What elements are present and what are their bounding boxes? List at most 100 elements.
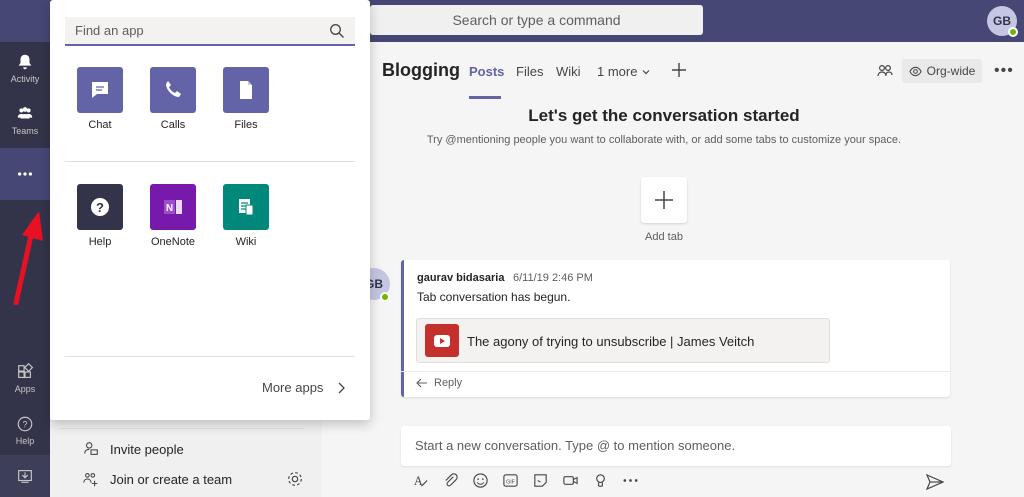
compose-placeholder: Start a new conversation. Type @ to ment… — [415, 438, 736, 453]
invite-people-label: Invite people — [110, 441, 184, 457]
app-tile — [150, 67, 196, 113]
conversation-subtext: Try @mentioning people you want to colla… — [426, 134, 902, 146]
add-tab-button[interactable] — [641, 177, 687, 223]
emoji-icon[interactable] — [472, 472, 489, 489]
download-icon — [18, 470, 32, 483]
invite-people-icon — [84, 442, 98, 455]
plus-icon — [655, 191, 673, 209]
rail-item-teams[interactable]: Teams — [0, 94, 50, 146]
join-team-label: Join or create a team — [110, 471, 233, 487]
praise-icon[interactable] — [592, 472, 609, 489]
app-label: Chat — [88, 119, 112, 131]
invite-people-button[interactable]: Invite people — [82, 436, 184, 462]
add-tab-plus-icon[interactable] — [670, 61, 688, 79]
tab-files[interactable]: Files — [516, 64, 543, 79]
more-options-icon[interactable] — [622, 472, 639, 489]
chevron-right-icon — [338, 382, 346, 393]
reply-divider — [401, 371, 950, 372]
youtube-icon — [425, 324, 459, 357]
message-author: gaurav bidasaria — [417, 272, 505, 284]
rail-item-download[interactable] — [0, 455, 50, 497]
rail-item-help[interactable]: ? Help — [0, 404, 50, 456]
app-tile — [223, 184, 269, 230]
command-search-box[interactable]: Search or type a command — [370, 5, 703, 35]
reply-label: Reply — [434, 377, 463, 389]
tab-more-label: 1 more — [597, 64, 638, 79]
app-label: Help — [88, 236, 112, 248]
search-icon[interactable] — [329, 23, 345, 39]
bell-icon — [18, 54, 32, 69]
format-icon[interactable]: A — [412, 472, 429, 489]
help-icon: ? — [17, 416, 33, 431]
send-icon[interactable] — [926, 474, 944, 490]
rail-label-apps: Apps — [14, 383, 36, 394]
gear-icon[interactable] — [286, 470, 304, 488]
meet-now-icon[interactable] — [562, 472, 579, 489]
message-presence-indicator — [380, 292, 390, 302]
tab-posts[interactable]: Posts — [469, 64, 504, 79]
join-create-team-button[interactable]: Join or create a team — [82, 466, 232, 492]
panel-divider — [60, 428, 304, 429]
app-help[interactable]: ? Help — [68, 184, 132, 248]
user-avatar[interactable]: GB — [987, 6, 1018, 37]
flyout-divider — [65, 161, 355, 162]
flyout-bottom-divider — [65, 356, 355, 357]
members-icon[interactable] — [876, 62, 894, 80]
app-wiki[interactable]: Wiki — [214, 184, 278, 248]
app-tile — [223, 67, 269, 113]
tab-more[interactable]: 1 more — [597, 64, 651, 79]
active-tab-indicator — [469, 96, 501, 99]
more-icon — [17, 172, 33, 176]
sticker-icon[interactable] — [532, 472, 549, 489]
app-label: Wiki — [235, 236, 257, 248]
chat-icon — [92, 82, 108, 98]
help-icon: ? — [91, 198, 109, 216]
app-chat[interactable]: Chat — [68, 67, 132, 131]
wiki-icon — [239, 199, 254, 216]
file-icon — [240, 81, 252, 99]
more-apps-label: More apps — [262, 380, 324, 395]
channel-more-options-icon[interactable]: ••• — [994, 62, 1014, 80]
tab-wiki[interactable]: Wiki — [556, 64, 581, 79]
app-tile — [77, 67, 123, 113]
org-wide-button[interactable]: Org-wide — [902, 59, 982, 83]
chevron-down-icon — [643, 69, 650, 74]
app-label: OneNote — [150, 236, 196, 248]
phone-icon — [166, 81, 181, 97]
add-tab-label: Add tab — [645, 231, 683, 243]
svg-text:?: ? — [22, 419, 27, 429]
app-label: Calls — [160, 119, 186, 131]
app-onenote[interactable]: N OneNote — [141, 184, 205, 248]
rail-item-more-apps[interactable] — [0, 148, 50, 200]
join-team-icon — [83, 473, 98, 487]
rail-label-help: Help — [15, 435, 35, 446]
teams-icon — [17, 106, 33, 118]
attach-icon[interactable] — [442, 472, 459, 489]
reply-button[interactable]: Reply — [416, 377, 462, 389]
rail-label-activity: Activity — [10, 73, 40, 84]
gif-icon[interactable]: GIF — [502, 472, 519, 489]
conversation-heading: Let's get the conversation started — [528, 106, 800, 125]
find-app-input[interactable] — [65, 17, 355, 46]
app-calls[interactable]: Calls — [141, 67, 205, 131]
message-timestamp: 6/11/19 2:46 PM — [513, 272, 593, 284]
user-avatar-initials: GB — [993, 14, 1011, 28]
apps-icon — [18, 362, 34, 378]
rail-item-apps[interactable]: Apps — [0, 352, 50, 404]
rail-item-activity[interactable]: Activity — [0, 42, 50, 94]
svg-text:GIF: GIF — [506, 479, 515, 485]
app-tile: N — [150, 184, 196, 230]
org-wide-label: Org-wide — [926, 64, 976, 78]
compose-toolbar: A GIF — [412, 472, 639, 489]
app-label: Files — [234, 119, 258, 131]
presence-indicator — [1008, 27, 1018, 37]
rail-label-teams: Teams — [11, 125, 39, 136]
message-text: Tab conversation has begun. — [417, 290, 571, 304]
new-conversation-input[interactable]: Start a new conversation. Type @ to ment… — [401, 426, 951, 466]
link-preview-title[interactable]: The agony of trying to unsubscribe | Jam… — [467, 334, 754, 349]
command-search-placeholder: Search or type a command — [452, 12, 621, 28]
annotation-arrow-icon — [13, 211, 43, 305]
more-apps-link[interactable]: More apps — [262, 380, 346, 395]
app-tile: ? — [77, 184, 123, 230]
app-files[interactable]: Files — [214, 67, 278, 131]
